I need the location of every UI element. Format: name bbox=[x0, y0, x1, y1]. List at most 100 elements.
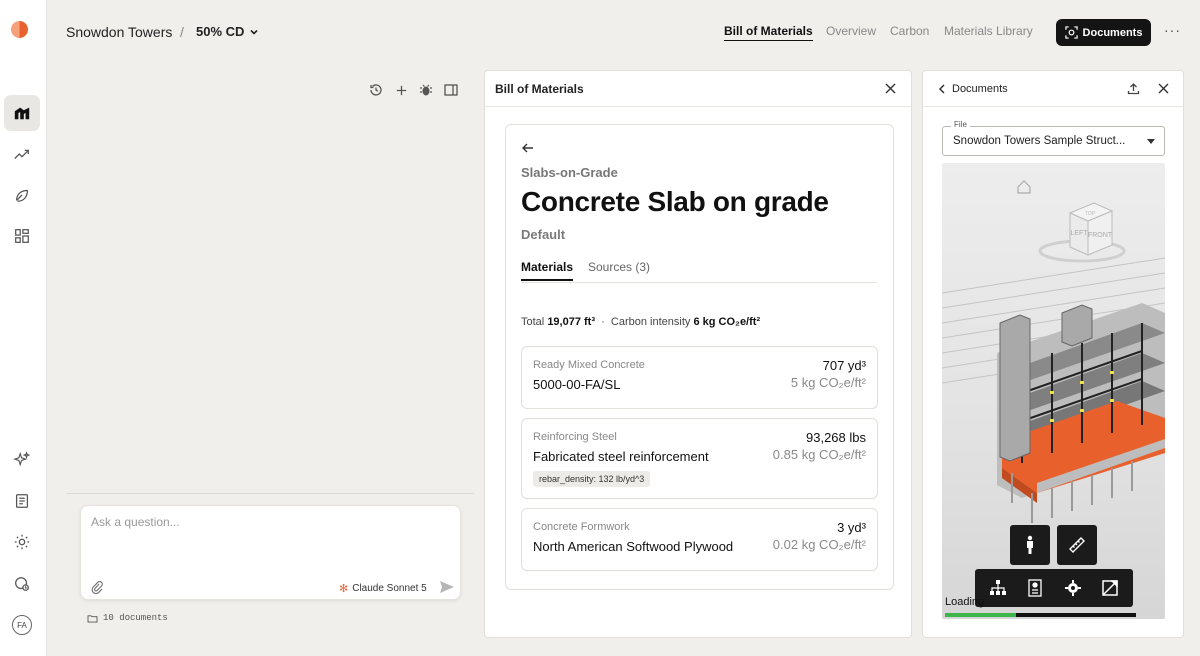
chat-divider bbox=[67, 493, 474, 494]
building-model-render: TOP LEFT FRONT bbox=[942, 180, 1165, 523]
nav-materials-library[interactable]: Materials Library bbox=[944, 24, 1033, 38]
file-select-label: File bbox=[951, 120, 970, 129]
file-select[interactable]: File Snowdon Towers Sample Struct... bbox=[942, 120, 1165, 156]
dashboard-icon[interactable] bbox=[4, 218, 40, 254]
material-row[interactable]: Reinforcing Steel Fabricated steel reinf… bbox=[521, 418, 878, 499]
assembly-title: Concrete Slab on grade bbox=[521, 186, 829, 217]
material-name: 5000-00-FA/SL bbox=[533, 377, 621, 392]
material-quantity: 707 yd³ bbox=[822, 358, 866, 373]
chat-toolbar bbox=[368, 82, 459, 98]
paperclip-icon[interactable] bbox=[90, 580, 104, 594]
folder-icon bbox=[87, 614, 98, 623]
caret-down-icon bbox=[1147, 139, 1155, 144]
bill-of-materials-panel: Bill of Materials Slabs-on-Grade Concret… bbox=[484, 70, 912, 638]
material-quantity: 93,268 lbs bbox=[806, 430, 866, 445]
sidebar-toggle-icon[interactable] bbox=[443, 82, 459, 98]
back-arrow-icon[interactable] bbox=[521, 141, 535, 155]
viewcube-top-label: TOP bbox=[1085, 211, 1096, 217]
viewcube-left-label: LEFT bbox=[1070, 230, 1088, 237]
viewer-toolbar bbox=[975, 569, 1133, 607]
leaf-icon[interactable] bbox=[4, 177, 40, 213]
model-name: Claude Sonnet 5 bbox=[352, 583, 427, 594]
measure-button[interactable] bbox=[1057, 525, 1097, 565]
totals-line: Total 19,077 ft³ · Carbon intensity 6 kg… bbox=[521, 316, 760, 328]
material-parameter-tag: rebar_density: 132 lb/yd^3 bbox=[533, 471, 651, 487]
assembly-variant: Default bbox=[521, 227, 566, 242]
chevron-down-icon[interactable] bbox=[248, 26, 260, 38]
fullscreen-icon[interactable] bbox=[1100, 578, 1120, 598]
assembly-tabs: Materials Sources (3) bbox=[521, 259, 877, 283]
nav-carbon[interactable]: Carbon bbox=[890, 24, 929, 38]
assembly-category: Slabs-on-Grade bbox=[521, 165, 618, 180]
material-carbon: 0.85 kg CO₂e/ft² bbox=[772, 447, 866, 462]
globe-icon[interactable] bbox=[4, 566, 40, 602]
properties-icon[interactable] bbox=[1025, 578, 1045, 598]
documents-button-label: Documents bbox=[1082, 26, 1143, 39]
assembly-card: Slabs-on-Grade Concrete Slab on grade De… bbox=[505, 124, 894, 590]
intensity-label: Carbon intensity bbox=[610, 316, 691, 328]
trend-icon[interactable] bbox=[4, 136, 40, 172]
close-icon[interactable] bbox=[1157, 82, 1170, 95]
avatar[interactable]: FA bbox=[12, 615, 32, 635]
tab-sources[interactable]: Sources (3) bbox=[588, 260, 650, 274]
question-input[interactable] bbox=[91, 515, 441, 529]
upload-icon[interactable] bbox=[1127, 82, 1140, 95]
material-carbon: 5 kg CO₂e/ft² bbox=[790, 375, 866, 390]
loading-label: Loading bbox=[945, 596, 985, 608]
bom-panel-header: Bill of Materials bbox=[485, 71, 911, 107]
scan-icon bbox=[1064, 26, 1078, 39]
model-tree-icon[interactable] bbox=[988, 578, 1008, 598]
history-icon[interactable] bbox=[368, 82, 384, 98]
material-name: North American Softwood Plywood bbox=[533, 539, 734, 554]
person-view-button[interactable] bbox=[1010, 525, 1050, 565]
claude-icon: ✻ bbox=[339, 583, 349, 595]
material-category: Concrete Formwork bbox=[533, 521, 630, 533]
left-rail: FA bbox=[0, 0, 47, 656]
document-count[interactable]: 10 documents bbox=[87, 613, 168, 623]
bug-icon[interactable] bbox=[418, 82, 434, 98]
send-icon[interactable] bbox=[439, 579, 455, 595]
material-name: Fabricated steel reinforcement bbox=[533, 449, 709, 464]
material-row[interactable]: Ready Mixed Concrete 5000-00-FA/SL 707 y… bbox=[521, 346, 878, 409]
documents-panel-header: Documents bbox=[923, 71, 1183, 107]
breadcrumb-project[interactable]: Snowdon Towers bbox=[66, 24, 172, 40]
totals-dot: · bbox=[598, 316, 608, 328]
tab-materials[interactable]: Materials bbox=[521, 260, 574, 281]
chevron-left-icon[interactable] bbox=[937, 83, 947, 95]
loading-progress-fill bbox=[945, 613, 1016, 617]
document-icon[interactable] bbox=[4, 483, 40, 519]
plus-icon[interactable] bbox=[393, 82, 409, 98]
home-icon[interactable] bbox=[4, 95, 40, 131]
total-value: 19,077 ft³ bbox=[547, 316, 596, 328]
settings-icon[interactable] bbox=[1063, 578, 1083, 598]
close-icon[interactable] bbox=[884, 82, 897, 95]
material-category: Ready Mixed Concrete bbox=[533, 359, 645, 371]
documents-panel: Documents File Snowdon Towers Sample Str… bbox=[922, 70, 1184, 638]
settings-icon[interactable] bbox=[4, 524, 40, 560]
document-count-label: 10 documents bbox=[103, 613, 168, 623]
file-select-value: Snowdon Towers Sample Struct... bbox=[953, 135, 1126, 147]
app-logo bbox=[11, 21, 28, 38]
documents-button[interactable]: Documents bbox=[1056, 19, 1151, 46]
breadcrumb-phase[interactable]: 50% CD bbox=[196, 24, 244, 39]
material-quantity: 3 yd³ bbox=[837, 520, 866, 535]
ask-box: ✻ Claude Sonnet 5 bbox=[80, 505, 461, 600]
intensity-value: 6 kg CO₂e/ft² bbox=[693, 316, 761, 328]
material-category: Reinforcing Steel bbox=[533, 431, 617, 443]
ruler-icon bbox=[1069, 537, 1085, 553]
sparkles-icon[interactable] bbox=[4, 442, 40, 478]
model-viewer[interactable]: TOP LEFT FRONT Loading bbox=[942, 163, 1165, 619]
nav-overview[interactable]: Overview bbox=[826, 24, 876, 38]
viewcube-front-label: FRONT bbox=[1088, 232, 1113, 239]
model-selector[interactable]: ✻ Claude Sonnet 5 bbox=[339, 582, 427, 595]
nav-bill-of-materials[interactable]: Bill of Materials bbox=[724, 24, 813, 41]
material-carbon: 0.02 kg CO₂e/ft² bbox=[772, 537, 866, 552]
loading-progress-bar bbox=[945, 613, 1136, 617]
top-bar: Snowdon Towers / 50% CD Bill of Material… bbox=[47, 0, 1200, 64]
more-menu-icon[interactable]: ··· bbox=[1164, 22, 1181, 38]
documents-panel-title[interactable]: Documents bbox=[952, 83, 1008, 95]
material-row[interactable]: Concrete Formwork North American Softwoo… bbox=[521, 508, 878, 571]
person-icon bbox=[1027, 535, 1033, 554]
breadcrumb-separator: / bbox=[180, 24, 184, 40]
bom-panel-title: Bill of Materials bbox=[495, 81, 584, 96]
